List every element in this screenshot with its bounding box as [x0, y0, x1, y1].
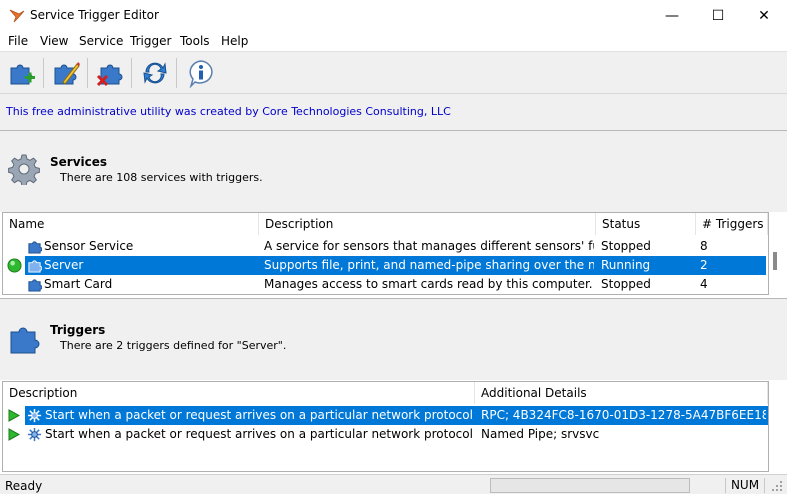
- col-triggers[interactable]: # Triggers: [696, 213, 768, 235]
- toolbar-separator: [176, 58, 177, 88]
- triggers-count: There are 2 triggers defined for "Server…: [60, 339, 287, 352]
- resize-grip-icon[interactable]: [771, 480, 783, 492]
- services-count: There are 108 services with triggers.: [60, 171, 263, 184]
- window-title: Service Trigger Editor: [30, 8, 159, 22]
- table-row[interactable]: Start when a packet or request arrives o…: [3, 425, 768, 444]
- gear-icon: [8, 154, 40, 185]
- services-scrollbar-thumb[interactable]: [773, 252, 777, 270]
- play-icon: [8, 409, 20, 422]
- menu-bar: File View Service Trigger Tools Help: [0, 31, 787, 51]
- col-trigger-description-label: Description: [9, 386, 78, 400]
- add-trigger-icon: [10, 64, 35, 85]
- status-bar: Ready NUM: [0, 474, 787, 494]
- service-name: Smart Card: [44, 277, 113, 291]
- service-name: Sensor Service: [44, 239, 134, 253]
- triggers-list[interactable]: Description Additional Details Start whe…: [2, 381, 769, 472]
- trigger-details: Named Pipe; srvsvc: [481, 427, 600, 441]
- service-name: Server: [44, 258, 84, 272]
- service-icon: [28, 241, 42, 254]
- num-lock-indicator: NUM: [725, 478, 765, 493]
- refresh-button[interactable]: [137, 55, 173, 91]
- trigger-details: RPC; 4B324FC8-1670-01D3-1278-5A47BF6EE18…: [481, 408, 766, 422]
- triggers-title: Triggers: [50, 323, 106, 337]
- trigger-description: Start when a packet or request arrives o…: [45, 427, 473, 441]
- menu-service[interactable]: Service: [79, 34, 123, 48]
- close-icon: ✕: [758, 7, 770, 24]
- close-button[interactable]: ✕: [741, 0, 787, 31]
- menu-tools[interactable]: Tools: [180, 34, 210, 48]
- service-description: Supports file, print, and named-pipe sha…: [264, 258, 594, 272]
- sort-ascending-icon: ^: [127, 212, 135, 219]
- table-row[interactable]: Sensor Service A service for sensors tha…: [3, 237, 768, 256]
- toolbar-separator: [43, 58, 44, 88]
- col-additional-details-label: Additional Details: [481, 386, 587, 400]
- col-description[interactable]: Description: [259, 213, 596, 235]
- col-triggers-label: # Triggers: [702, 217, 764, 231]
- refresh-icon: [143, 62, 167, 84]
- app-icon: [9, 9, 25, 23]
- trigger-description: Start when a packet or request arrives o…: [45, 408, 473, 422]
- services-title: Services: [50, 155, 108, 169]
- service-status: Stopped: [601, 239, 651, 253]
- status-text: Ready: [5, 479, 43, 493]
- credit-banner: This free administrative utility was cre…: [0, 93, 787, 130]
- running-status-icon: [7, 258, 22, 273]
- menu-file[interactable]: File: [8, 34, 28, 48]
- table-row-selected[interactable]: Server Supports file, print, and named-p…: [25, 256, 766, 275]
- network-trigger-icon: [27, 408, 42, 423]
- info-icon: [189, 60, 213, 88]
- network-trigger-icon: [27, 427, 42, 442]
- edit-trigger-button[interactable]: [48, 55, 84, 91]
- table-row-selected[interactable]: Start when a packet or request arrives o…: [25, 406, 768, 425]
- service-trigger-count: 2: [700, 258, 708, 272]
- puzzle-icon: [10, 327, 40, 354]
- services-header: Services There are 108 services with tri…: [0, 130, 787, 212]
- toolbar: [0, 51, 787, 93]
- credit-link[interactable]: This free administrative utility was cre…: [6, 105, 451, 118]
- service-icon: [28, 260, 42, 273]
- maximize-icon: ☐: [711, 7, 725, 24]
- add-trigger-button[interactable]: [4, 55, 40, 91]
- delete-trigger-icon: [96, 64, 123, 87]
- delete-trigger-button[interactable]: [92, 55, 128, 91]
- running-indicator-cell: [3, 256, 23, 275]
- menu-view[interactable]: View: [40, 34, 68, 48]
- menu-trigger[interactable]: Trigger: [130, 34, 171, 48]
- triggers-header: Triggers There are 2 triggers defined fo…: [0, 298, 787, 380]
- col-name-label: Name: [9, 217, 45, 231]
- service-description: Manages access to smart cards read by th…: [264, 277, 594, 291]
- edit-trigger-icon: [54, 62, 80, 85]
- col-status-label: Status: [602, 217, 641, 231]
- menu-help[interactable]: Help: [221, 34, 248, 48]
- services-list[interactable]: Name ^ Description Status # Triggers Sen…: [2, 212, 769, 295]
- title-bar: Service Trigger Editor — ☐ ✕: [0, 0, 787, 31]
- service-trigger-count: 8: [700, 239, 708, 253]
- info-button[interactable]: [183, 55, 219, 91]
- col-status[interactable]: Status: [596, 213, 696, 235]
- col-description-label: Description: [265, 217, 334, 231]
- col-additional-details[interactable]: Additional Details: [475, 382, 768, 404]
- col-trigger-description[interactable]: Description: [3, 382, 475, 404]
- play-icon: [8, 428, 20, 441]
- toolbar-separator: [131, 58, 132, 88]
- status-progress-bar: [490, 478, 690, 493]
- service-status: Stopped: [601, 277, 651, 291]
- service-icon: [28, 279, 42, 292]
- maximize-button[interactable]: ☐: [695, 0, 741, 31]
- minimize-icon: —: [665, 7, 679, 24]
- service-status: Running: [601, 258, 651, 272]
- service-trigger-count: 4: [700, 277, 708, 291]
- service-description: A service for sensors that manages diffe…: [264, 239, 594, 253]
- toolbar-separator: [87, 58, 88, 88]
- minimize-button[interactable]: —: [649, 0, 695, 31]
- table-row[interactable]: Smart Card Manages access to smart cards…: [3, 275, 768, 294]
